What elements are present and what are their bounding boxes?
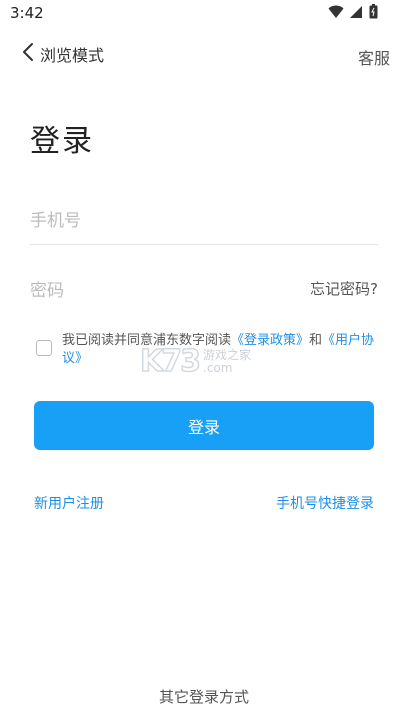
agreement-checkbox[interactable]	[36, 340, 52, 356]
back-label: 浏览模式	[40, 46, 105, 65]
password-placeholder: 密码	[30, 281, 64, 301]
watermark-text: 游戏之家 .com	[203, 347, 252, 375]
watermark-line1: 游戏之家	[203, 347, 252, 362]
status-icons	[328, 4, 378, 19]
other-login-methods[interactable]: 其它登录方式	[0, 686, 408, 707]
status-time: 3:42	[10, 4, 44, 22]
watermark-line2: .com	[203, 360, 233, 375]
watermark-mark: K73	[139, 343, 202, 380]
wifi-icon	[328, 5, 344, 19]
phone-placeholder: 手机号	[30, 211, 81, 231]
login-button[interactable]: 登录	[34, 401, 374, 450]
quick-login-link[interactable]: 手机号快捷登录	[276, 493, 374, 513]
status-bar: 3:42	[0, 0, 408, 28]
page-title: 登录	[30, 124, 94, 159]
back-button[interactable]: 浏览模式	[22, 42, 104, 66]
nav-bar: 浏览模式 客服	[0, 40, 408, 70]
password-field[interactable]: 密码 忘记密码?	[30, 266, 378, 314]
customer-service-button[interactable]: 客服	[358, 45, 390, 69]
agreement-and: 和	[309, 333, 323, 348]
watermark-logo: K73 游戏之家 .com	[139, 343, 252, 380]
forgot-password-link[interactable]: 忘记密码?	[310, 278, 378, 299]
phone-field[interactable]: 手机号	[30, 196, 378, 245]
register-link[interactable]: 新用户注册	[34, 493, 104, 513]
battery-icon	[369, 4, 378, 19]
signal-icon	[350, 5, 363, 19]
chevron-left-icon	[22, 42, 34, 66]
